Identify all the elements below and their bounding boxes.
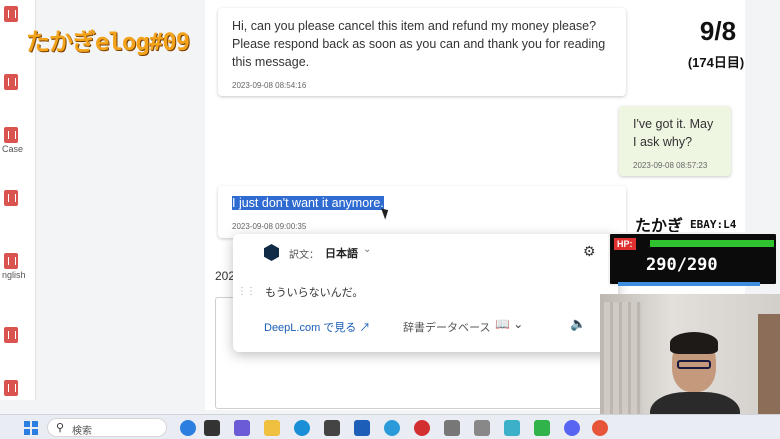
target-language-label: 訳文： xyxy=(289,250,319,261)
taskbar-search[interactable]: ⚲ 検索 xyxy=(47,418,167,437)
external-link-icon: ↗ xyxy=(359,322,371,334)
message-text: Hi, can you please cancel this item and … xyxy=(232,19,606,69)
message-timestamp: 2023-09-08 08:57:23 xyxy=(633,161,708,170)
dictionary-label: 辞書データベース xyxy=(403,322,491,334)
book-icon[interactable]: 📖 ⌄ xyxy=(495,317,523,331)
store-icon[interactable] xyxy=(324,420,340,436)
hp-value: 290/290 xyxy=(646,255,718,275)
hp-status-box: HP: 290/290 xyxy=(608,232,778,286)
record-icon[interactable] xyxy=(414,420,430,436)
message-bubble-seller: I've got it. May I ask why? 2023-09-08 0… xyxy=(619,106,731,176)
search-icon: ⚲ xyxy=(56,422,65,434)
day-count: (174日目) xyxy=(687,55,745,70)
mp-bar xyxy=(618,282,760,286)
line-icon[interactable] xyxy=(534,420,550,436)
windows-start-icon[interactable] xyxy=(24,421,38,435)
speaker-icon[interactable]: 🔈 xyxy=(570,316,586,332)
message-timestamp: 2023-09-08 08:54:16 xyxy=(232,81,307,90)
message-bubble-buyer: Hi, can you please cancel this item and … xyxy=(218,8,626,96)
app-v-icon[interactable] xyxy=(504,420,520,436)
message-text-selected[interactable]: I just don't want it anymore. xyxy=(232,196,384,210)
trash-icon[interactable] xyxy=(4,6,18,22)
day-date: 9/8 xyxy=(699,16,737,46)
search-placeholder: 検索 xyxy=(72,426,92,437)
stream-title-overlay: たかぎelog#09 xyxy=(26,28,190,56)
bing-icon[interactable] xyxy=(180,420,196,436)
trash-icon[interactable] xyxy=(4,74,18,90)
message-bubble-buyer: I just don't want it anymore. 2023-09-08… xyxy=(218,186,626,238)
trash-icon[interactable] xyxy=(4,253,18,269)
deepl-logo-icon xyxy=(264,244,279,261)
deepl-open-link[interactable]: DeepL.com で見る ↗ xyxy=(264,319,370,335)
teams-icon[interactable] xyxy=(234,420,250,436)
deepl-link-label: DeepL.com で見る xyxy=(264,322,357,334)
hp-label: HP: xyxy=(614,238,636,250)
trash-icon[interactable] xyxy=(4,127,18,143)
chrome-icon[interactable] xyxy=(592,420,608,436)
chevron-down-icon[interactable]: ⌄ xyxy=(363,244,371,255)
app-l-icon[interactable] xyxy=(354,420,370,436)
trash-icon[interactable] xyxy=(4,190,18,206)
translation-output: もういらないんだ。 xyxy=(265,287,364,299)
left-sidebar: Case nglish xyxy=(0,0,36,400)
person-hair xyxy=(670,332,718,354)
app-c-icon[interactable] xyxy=(384,420,400,436)
drag-handle-icon[interactable]: ⋮⋮ xyxy=(237,286,256,297)
trash-icon[interactable] xyxy=(4,327,18,343)
hp-bar-fill xyxy=(650,240,774,247)
gear-icon[interactable]: ⚙ xyxy=(583,243,596,260)
deepl-translation-popup: 訳文： 日本語 ⌄ ⚙ ⋮⋮ もういらないんだ。 DeepL.com で見る ↗… xyxy=(233,234,618,352)
taskbar: ⚲ 検索 xyxy=(0,414,780,439)
microphone-icon[interactable] xyxy=(444,420,460,436)
task-view-icon[interactable] xyxy=(204,420,220,436)
message-text: I've got it. May I ask why? xyxy=(633,117,714,149)
glasses-icon xyxy=(677,360,711,369)
ebay-level: EBAY:L4 xyxy=(690,218,737,231)
sidebar-label-english: nglish xyxy=(2,270,26,280)
calculator-icon[interactable] xyxy=(474,420,490,436)
edge-icon[interactable] xyxy=(294,420,310,436)
discord-icon[interactable] xyxy=(564,420,580,436)
hp-bar xyxy=(650,240,774,247)
sidebar-label-case: Case xyxy=(2,144,24,154)
folder-icon[interactable] xyxy=(264,420,280,436)
target-language-select[interactable]: 日本語 xyxy=(325,245,358,261)
trash-icon[interactable] xyxy=(4,380,18,396)
